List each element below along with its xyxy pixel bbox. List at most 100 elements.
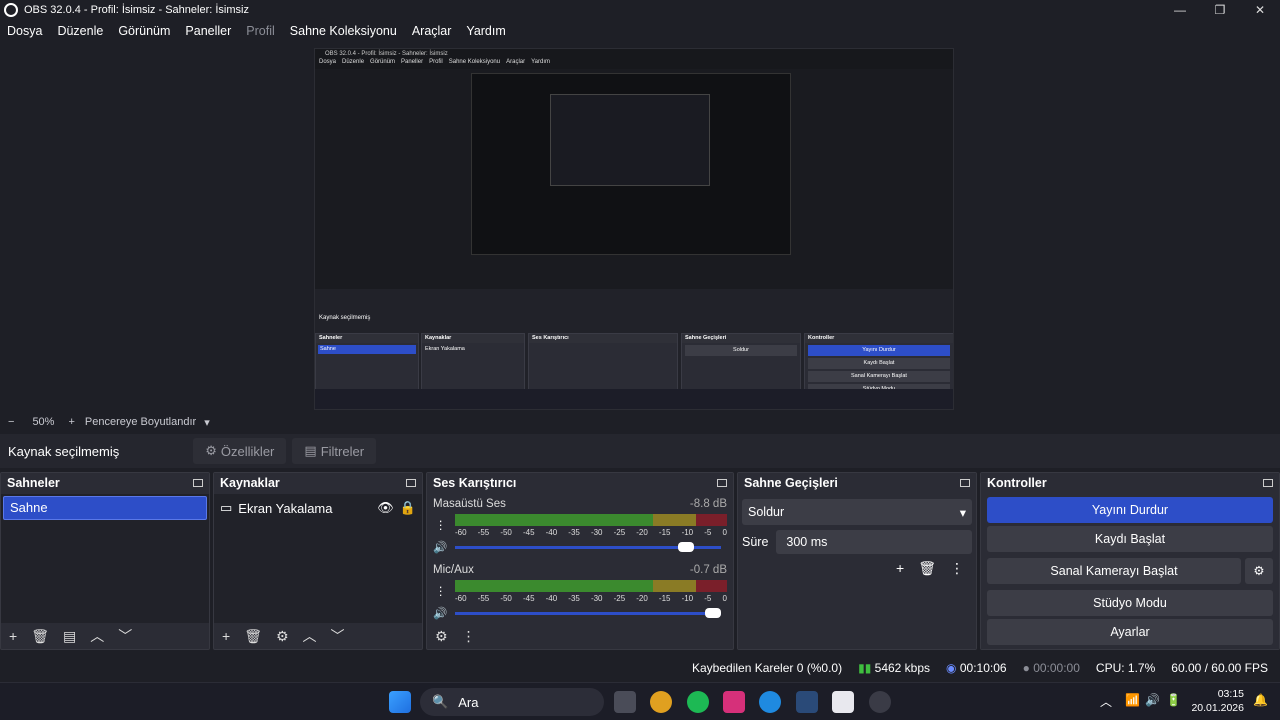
settings-button[interactable]: Ayarlar [987, 619, 1273, 645]
undock-icon[interactable] [1263, 479, 1273, 487]
sources-title: Kaynaklar [220, 476, 280, 490]
gear-icon: ⚙ [205, 443, 217, 458]
title-bar: OBS 32.0.4 - Profil: İsimsiz - Sahneler:… [0, 0, 1280, 20]
more-icon[interactable]: ⋮ [435, 584, 447, 598]
undock-icon[interactable] [717, 479, 727, 487]
instagram-icon[interactable] [723, 691, 745, 713]
gear-icon[interactable]: ⚙ [276, 628, 289, 645]
speaker-icon[interactable]: 🔊 [433, 540, 447, 554]
menu-gorunum[interactable]: Görünüm [118, 24, 170, 38]
mixer-channel: Masaüstü Ses -8.8 dB ⋮ -60 -55 -50 -45 -40 -35… [433, 498, 727, 554]
nested-title: OBS 32.0.4 - Profil: İsimsiz - Sahneler:… [325, 51, 448, 57]
windows-start-icon[interactable] [389, 691, 411, 713]
studio-mode-button[interactable]: Stüdyo Modu [987, 590, 1273, 616]
maximize-button[interactable]: ❐ [1200, 0, 1240, 20]
chevron-down-icon[interactable]: ▾ [204, 416, 210, 429]
system-clock[interactable]: 03:15 20.01.2026 [1191, 687, 1244, 715]
controls-dock: Kontroller Yayını Durdur Kaydı Başlat Sa… [980, 472, 1280, 650]
nested-menu: Dosya Düzenle Görünüm Paneller Profil Sahne K… [319, 59, 551, 65]
menu-dosya[interactable]: Dosya [7, 24, 42, 38]
spotify-icon[interactable] [687, 691, 709, 713]
volume-knob[interactable] [705, 608, 721, 618]
nested-preview-inner [471, 73, 791, 255]
volume-icon[interactable]: 🔊 [1145, 693, 1160, 707]
steam-icon[interactable] [796, 691, 818, 713]
zoom-mode[interactable]: Pencereye Boyutlandır [85, 416, 196, 428]
menu-duzenle[interactable]: Düzenle [57, 24, 103, 38]
start-recording-button[interactable]: Kaydı Başlat [987, 526, 1273, 552]
undock-icon[interactable] [406, 479, 416, 487]
stop-streaming-button[interactable]: Yayını Durdur [987, 497, 1273, 523]
record-icon: ● [1022, 661, 1030, 675]
nested-taskbar [315, 389, 953, 409]
chevron-down-icon[interactable]: ﹀ [118, 626, 132, 646]
menu-yardim[interactable]: Yardım [466, 24, 505, 38]
edge-icon[interactable] [759, 691, 781, 713]
menu-paneller[interactable]: Paneller [185, 24, 231, 38]
duration-input[interactable]: 300 ms [776, 530, 972, 554]
menu-araclar[interactable]: Araçlar [412, 24, 452, 38]
more-icon[interactable]: ⋮ [435, 518, 447, 532]
source-item[interactable]: ▭ Ekran Yakalama 👁 🔒 [220, 496, 416, 520]
lock-icon[interactable]: 🔒 [400, 500, 416, 516]
window-title: OBS 32.0.4 - Profil: İsimsiz - Sahneler:… [24, 4, 249, 16]
undock-icon[interactable] [193, 479, 203, 487]
volume-meter [455, 580, 727, 592]
scenes-list[interactable]: Sahne [1, 494, 209, 623]
task-view-icon[interactable] [614, 691, 636, 713]
speaker-icon[interactable]: 🔊 [433, 606, 447, 620]
start-virtual-camera-button[interactable]: Sanal Kamerayı Başlat [987, 558, 1241, 584]
wifi-icon[interactable]: 📶 [1125, 693, 1140, 707]
scenes-title: Sahneler [7, 476, 60, 490]
filter-icon[interactable]: ▤ [63, 628, 76, 645]
volume-slider[interactable] [455, 608, 721, 618]
trash-icon[interactable]: 🗑 [244, 628, 262, 645]
source-toolbar: Kaynak seçilmemiş ⚙ Özellikler ▤ Filtrel… [0, 434, 1280, 468]
zoom-out-button[interactable]: − [8, 416, 14, 428]
scene-item[interactable]: Sahne [3, 496, 207, 520]
notification-icon[interactable]: 🔔 [1253, 693, 1268, 707]
close-button[interactable]: ✕ [1240, 0, 1280, 20]
sources-list[interactable]: ▭ Ekran Yakalama 👁 🔒 [214, 494, 422, 623]
gear-icon[interactable]: ⚙ [1245, 558, 1273, 584]
chevron-up-icon[interactable]: ︿ [90, 626, 104, 646]
more-icon[interactable]: ⋮ [950, 560, 964, 577]
meter-ticks: -60 -55 -50 -45 -40 -35 -30 -25 -20 -15 -10 -5 0 [455, 594, 727, 603]
store-icon[interactable] [832, 691, 854, 713]
more-icon[interactable]: ⋮ [462, 628, 476, 645]
trash-icon[interactable]: 🗑 [31, 628, 49, 645]
battery-icon[interactable]: 🔋 [1166, 693, 1181, 707]
fps: 60.00 / 60.00 FPS [1171, 661, 1268, 675]
add-icon[interactable]: + [896, 560, 904, 577]
mixer-title: Ses Karıştırıcı [433, 476, 517, 490]
no-source-label: Kaynak seçilmemiş [8, 443, 120, 459]
menu-bar: Dosya Düzenle Görünüm Paneller Profil Sa… [0, 20, 514, 42]
scenes-dock: Sahneler Sahne + 🗑 ▤ ︿ ﹀ [0, 472, 210, 650]
volume-knob[interactable] [678, 542, 695, 552]
taskbar-search[interactable]: 🔍 Ara [420, 688, 604, 716]
add-icon[interactable]: + [222, 628, 230, 644]
menu-profil[interactable]: Profil [246, 24, 274, 38]
add-icon[interactable]: + [9, 628, 17, 644]
minimize-button[interactable]: — [1160, 0, 1200, 20]
stream-time: ◉ 00:10:06 [946, 661, 1007, 675]
chevron-up-icon[interactable]: ︿ [1100, 693, 1112, 710]
duration-label: Süre [742, 535, 769, 549]
zoom-bar: − 50% + Pencereye Boyutlandır ▾ [0, 412, 1280, 432]
record-time: ● 00:00:00 [1022, 661, 1080, 675]
obs-taskbar-icon[interactable] [869, 691, 891, 713]
chevron-down-icon[interactable]: ﹀ [331, 626, 345, 646]
undock-icon[interactable] [960, 479, 970, 487]
chrome-icon[interactable] [650, 691, 672, 713]
dropped-frames: Kaybedilen Kareler 0 (%0.0) [692, 661, 843, 675]
eye-icon[interactable]: 👁 [377, 500, 394, 516]
chevron-up-icon[interactable]: ︿ [303, 626, 317, 646]
transition-select[interactable]: Soldur ▾ [742, 499, 972, 525]
trash-icon[interactable]: 🗑 [918, 560, 936, 577]
zoom-in-button[interactable]: + [68, 416, 74, 428]
properties-button[interactable]: ⚙ Özellikler [193, 438, 287, 464]
volume-slider[interactable] [455, 542, 721, 552]
advanced-audio-icon[interactable]: ⚙ [435, 628, 448, 645]
menu-sahne-koleksiyonu[interactable]: Sahne Koleksiyonu [290, 24, 397, 38]
filters-button[interactable]: ▤ Filtreler [292, 438, 377, 464]
